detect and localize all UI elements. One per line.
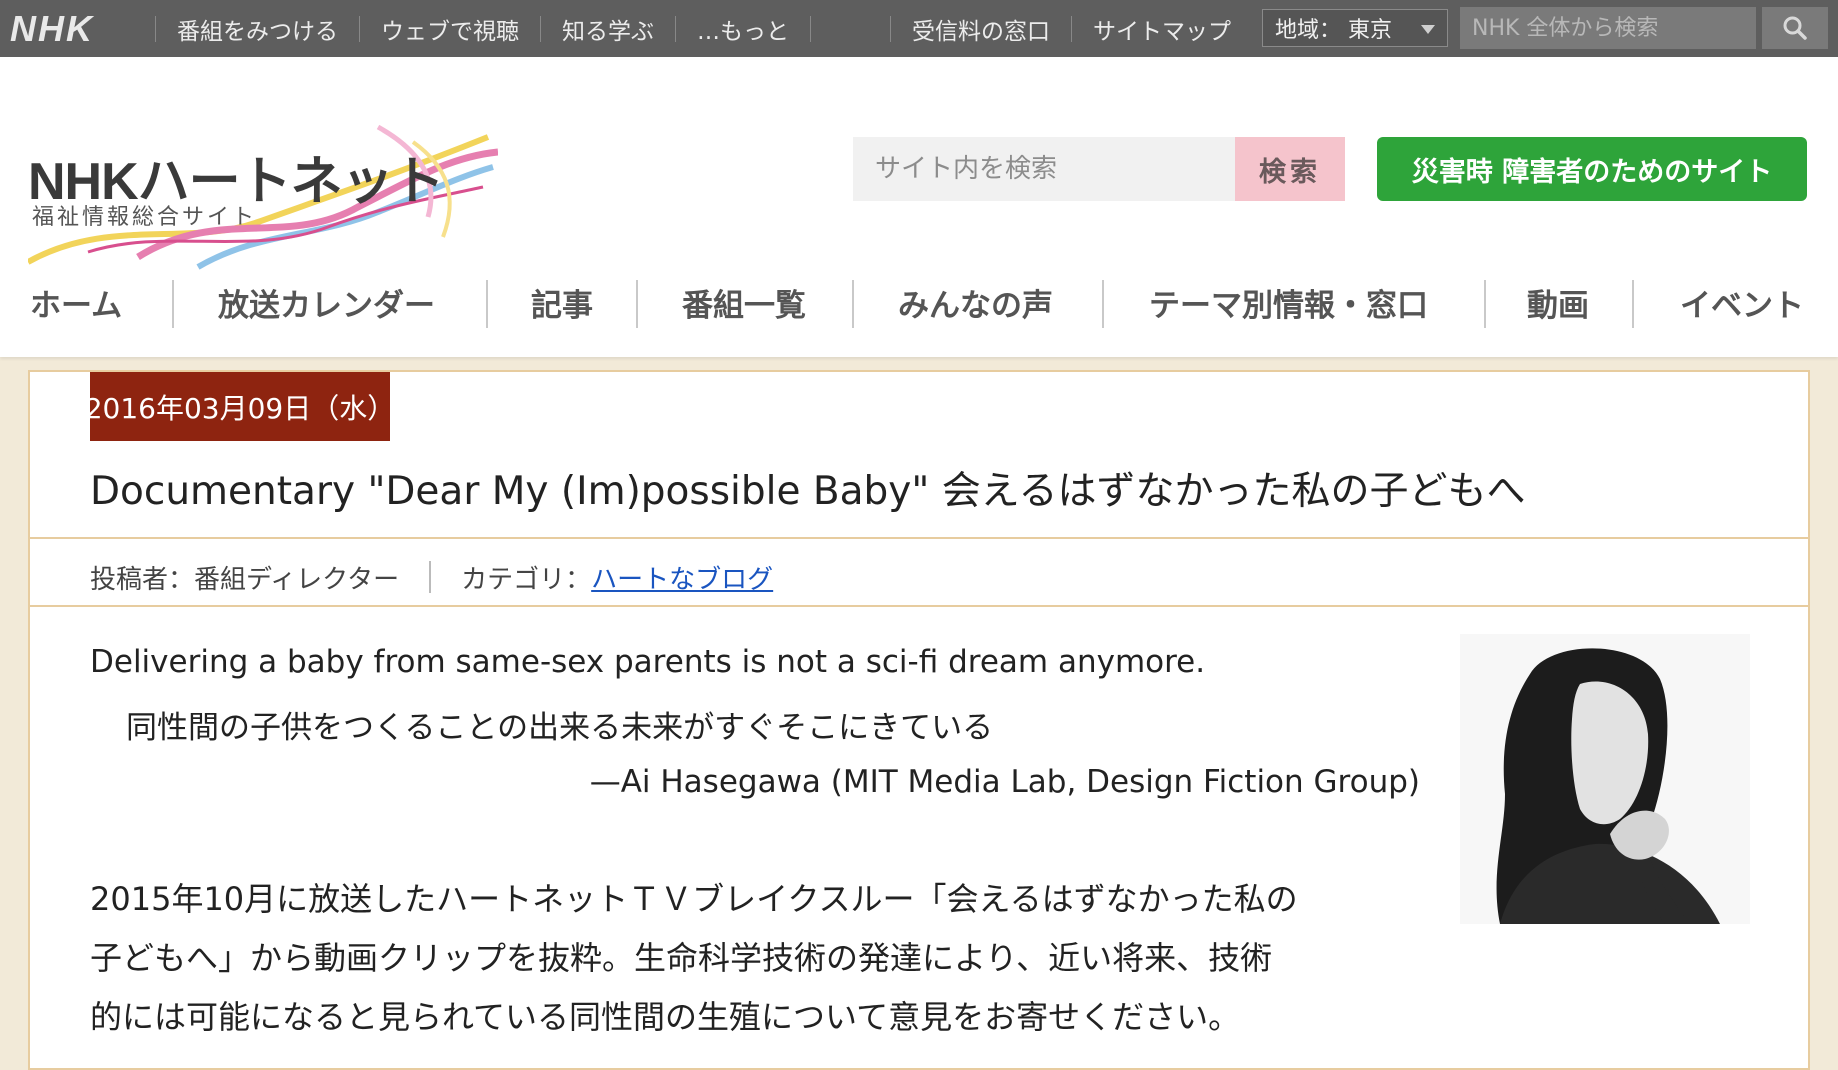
global-search-input[interactable] <box>1460 7 1756 49</box>
global-nav-reception-fee[interactable]: 受信料の窓口 <box>891 12 1071 46</box>
global-nav-left: 番組をみつける ウェブで視聴 知る学ぶ …もっと <box>155 0 811 57</box>
divider <box>30 537 1808 539</box>
global-nav-more[interactable]: …もっと <box>676 12 810 46</box>
divider <box>1102 280 1104 328</box>
nav-events[interactable]: イベント <box>1680 262 1804 342</box>
global-nav-sitemap[interactable]: サイトマップ <box>1072 12 1252 46</box>
site-search-button[interactable]: 検索 <box>1235 137 1345 201</box>
article-meta: 投稿者：番組ディレクター カテゴリ： ハートなブログ <box>90 552 773 602</box>
quote-english: Delivering a baby from same-sex parents … <box>90 644 1206 680</box>
divider <box>810 15 811 42</box>
divider <box>429 561 432 593</box>
divider <box>486 280 488 328</box>
body-paragraph-line: 的には可能になると見られている同性間の生殖について意見をお寄せください。 <box>90 998 1241 1036</box>
disaster-site-button[interactable]: 災害時 障害者のためのサイト <box>1377 137 1807 201</box>
portrait-illustration <box>1460 634 1750 924</box>
divider <box>852 280 854 328</box>
site-logo-subtitle: 福祉情報総合サイト <box>32 205 258 230</box>
category-link[interactable]: ハートなブログ <box>591 559 773 596</box>
divider <box>30 605 1808 607</box>
global-nav-learn[interactable]: 知る学ぶ <box>541 12 675 46</box>
divider <box>172 280 174 328</box>
chevron-down-icon <box>1421 25 1435 34</box>
nav-themes[interactable]: テーマ別情報・窓口 <box>1149 262 1428 342</box>
nav-program-list[interactable]: 番組一覧 <box>682 262 806 342</box>
category-label: カテゴリ： <box>461 564 592 595</box>
divider <box>1632 280 1634 328</box>
nav-videos[interactable]: 動画 <box>1527 262 1589 342</box>
region-value: 地域： 東京 <box>1275 18 1392 43</box>
region-select[interactable]: 地域： 東京 <box>1262 9 1448 47</box>
site-header: NHKハートネット 福祉情報総合サイト 検索 災害時 障害者のためのサイト ホー… <box>0 57 1838 357</box>
date-badge: 2016年03月09日（水） <box>85 372 395 441</box>
body-paragraph-line: 子どもへ」から動画クリップを抜粋。生命科学技術の発達により、近い将来、技術 <box>90 939 1273 977</box>
article-title: Documentary "Dear My (Im)possible Baby" … <box>90 469 1526 514</box>
nav-broadcast-calendar[interactable]: 放送カレンダー <box>218 262 435 342</box>
global-nav-watch-web[interactable]: ウェブで視聴 <box>360 12 540 46</box>
nav-articles[interactable]: 記事 <box>531 262 593 342</box>
site-search-input[interactable] <box>853 137 1235 201</box>
global-search-button[interactable] <box>1762 7 1828 49</box>
search-icon <box>1783 16 1807 40</box>
article-card: 2016年03月09日（水） Documentary "Dear My (Im)… <box>28 370 1810 1070</box>
article-author: 投稿者：番組ディレクター <box>90 564 400 595</box>
global-nav-right: 受信料の窓口 サイトマップ <box>890 0 1252 57</box>
nhk-global-bar: NHK 番組をみつける ウェブで視聴 知る学ぶ …もっと 受信料の窓口 サイトマ… <box>0 0 1838 57</box>
site-logo[interactable]: NHKハートネット 福祉情報総合サイト <box>28 97 498 277</box>
nav-voices[interactable]: みんなの声 <box>898 262 1053 342</box>
body-paragraph-line: 2015年10月に放送したハートネットＴＶブレイクスルー「会えるはずなかった私の <box>90 880 1298 918</box>
divider <box>1484 280 1486 328</box>
nav-home[interactable]: ホーム <box>30 262 122 342</box>
nhk-logo[interactable]: NHK <box>10 8 94 50</box>
divider <box>636 280 638 328</box>
quote-japanese: 同性間の子供をつくることの出来る未来がすぐそこにきている <box>126 710 994 746</box>
article-body: 2015年10月に放送したハートネットＴＶブレイクスルー「会えるはずなかった私の… <box>90 870 1400 1047</box>
portrait-photo <box>1460 634 1750 924</box>
global-nav-find-programs[interactable]: 番組をみつける <box>156 12 359 46</box>
main-nav: ホーム 放送カレンダー 記事 番組一覧 みんなの声 テーマ別情報・窓口 動画 イ… <box>0 262 1838 342</box>
quote-attribution: —Ai Hasegawa (MIT Media Lab, Design Fict… <box>589 764 1420 800</box>
